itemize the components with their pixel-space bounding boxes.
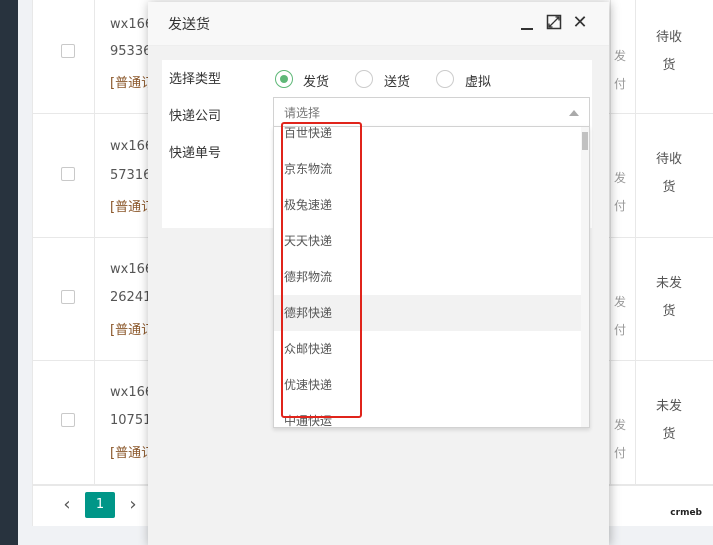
radio-deliver-label[interactable]: 送货 (384, 71, 410, 90)
courier-option[interactable]: 天天快递 (274, 223, 581, 259)
minimize-icon[interactable] (518, 14, 536, 32)
radio-virtual[interactable] (436, 70, 454, 88)
courier-option[interactable]: 百世快递 (274, 127, 581, 151)
truncated-cell: 发付 (614, 49, 627, 91)
order-status: 待收 货 (655, 30, 682, 73)
sidebar (0, 0, 18, 545)
courier-options: 百世快递 京东物流 极兔速递 天天快递 德邦物流 德邦快递 众邮快递 优速快递 … (274, 127, 581, 427)
order-status: 待收 货 (655, 152, 682, 195)
tracking-label: 快递单号 (169, 146, 222, 161)
order-status: 未发 货 (655, 399, 682, 442)
row-checkbox[interactable] (61, 167, 75, 181)
radio-deliver[interactable] (355, 70, 373, 88)
truncated-cell: 发付 (614, 418, 627, 460)
courier-option[interactable]: 众邮快递 (274, 331, 581, 367)
dialog-header: 发送货 ✕ (148, 2, 609, 46)
courier-option[interactable]: 优速快递 (274, 367, 581, 403)
courier-option[interactable]: 极兔速递 (274, 187, 581, 223)
radio-ship-label[interactable]: 发货 (303, 71, 329, 90)
courier-select[interactable]: 请选择 (273, 97, 590, 127)
row-checkbox[interactable] (61, 290, 75, 304)
truncated-cell: 发付 (614, 295, 627, 337)
prev-page-button[interactable]: ‹ (55, 494, 79, 518)
dialog-title: 发送货 (168, 17, 210, 33)
type-label: 选择类型 (169, 72, 222, 87)
close-icon[interactable]: ✕ (571, 14, 589, 32)
next-page-button[interactable]: › (121, 494, 145, 518)
row-checkbox[interactable] (61, 413, 75, 427)
order-status: 未发 货 (655, 276, 682, 319)
truncated-cell: 发付 (614, 171, 627, 213)
maximize-icon[interactable] (545, 14, 563, 32)
courier-option[interactable]: 京东物流 (274, 151, 581, 187)
courier-option[interactable]: 中通快运 (274, 403, 581, 427)
radio-virtual-label[interactable]: 虚拟 (465, 71, 491, 90)
company-label: 快递公司 (169, 109, 222, 124)
row-checkbox[interactable] (61, 44, 75, 58)
brand-logo: crmeb (670, 508, 702, 518)
scrollbar-thumb[interactable] (582, 132, 588, 150)
chevron-up-icon (569, 110, 579, 116)
page-1-button[interactable]: 1 (85, 492, 115, 518)
courier-select-placeholder: 请选择 (284, 106, 321, 120)
dropdown-scrollbar[interactable] (581, 127, 589, 427)
courier-option[interactable]: 德邦物流 (274, 259, 581, 295)
radio-ship[interactable] (275, 70, 293, 88)
courier-option-hovered[interactable]: 德邦快递 (274, 295, 581, 331)
courier-dropdown: 百世快递 京东物流 极兔速递 天天快递 德邦物流 德邦快递 众邮快递 优速快递 … (273, 126, 590, 428)
